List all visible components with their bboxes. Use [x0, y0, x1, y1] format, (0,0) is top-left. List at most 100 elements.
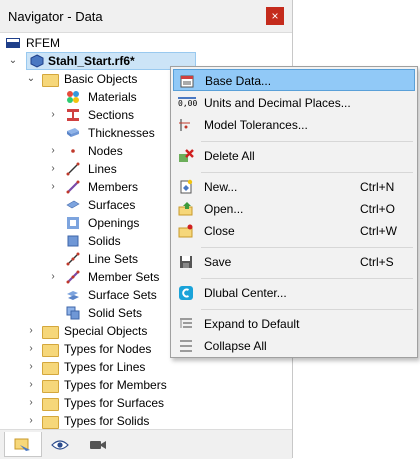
- camera-icon: [90, 440, 106, 449]
- tree-group-label: Special Objects: [64, 324, 148, 338]
- members-icon: [66, 180, 80, 194]
- tree-item-label: Surface Sets: [88, 288, 157, 302]
- chevron-right-icon[interactable]: ›: [48, 178, 58, 196]
- tree-group-types-for-lines[interactable]: › Types for Lines: [24, 358, 194, 376]
- save-icon: [180, 256, 192, 268]
- menu-item-label: Dlubal Center...: [204, 286, 287, 300]
- close-button[interactable]: ×: [266, 7, 284, 25]
- tree-group-special-objects[interactable]: › Special Objects: [24, 322, 194, 340]
- menu-item-dlubal-center[interactable]: Dlubal Center...: [173, 282, 415, 304]
- thicknesses-icon: [67, 128, 79, 137]
- tree-group-label: Types for Nodes: [64, 342, 152, 356]
- chevron-down-icon[interactable]: ⌄: [26, 70, 36, 88]
- menu-separator: [201, 309, 413, 310]
- menu-item-expand-to-default[interactable]: Expand to Default: [173, 313, 415, 335]
- chevron-right-icon[interactable]: ›: [26, 340, 36, 358]
- chevron-down-icon[interactable]: ⌄: [8, 52, 18, 70]
- data-tab-icon: [14, 438, 30, 451]
- openings-icon: [67, 217, 79, 229]
- delete-all-icon: [179, 149, 194, 162]
- menu-item-collapse-all[interactable]: Collapse All: [173, 335, 415, 357]
- expand-icon: [180, 318, 192, 328]
- menu-item-shortcut: Ctrl+O: [360, 202, 396, 216]
- folder-icon: [42, 416, 59, 429]
- menu-item-close[interactable]: Close Ctrl+W: [173, 220, 415, 242]
- tree-group-types-for-nodes[interactable]: › Types for Nodes: [24, 340, 194, 358]
- folder-icon: [42, 398, 59, 411]
- menu-item-delete-all[interactable]: Delete All: [173, 145, 415, 167]
- tree-item-materials[interactable]: Materials: [48, 88, 168, 106]
- folder-icon: [42, 74, 59, 87]
- tree-item-line-sets[interactable]: Line Sets: [48, 250, 168, 268]
- chevron-right-icon[interactable]: ›: [26, 358, 36, 376]
- tab-views[interactable]: [80, 432, 116, 456]
- menu-item-label: Model Tolerances...: [204, 118, 308, 132]
- basic-objects-label: Basic Objects: [64, 72, 138, 86]
- tree-group-types-for-surfaces[interactable]: › Types for Surfaces: [24, 394, 194, 412]
- chevron-right-icon[interactable]: ›: [26, 394, 36, 412]
- tree-group-types-for-members[interactable]: › Types for Members: [24, 376, 194, 394]
- tree-item-surfaces[interactable]: Surfaces: [48, 196, 168, 214]
- menu-separator: [201, 278, 413, 279]
- tolerances-icon: [179, 119, 190, 131]
- tree-item-label: Solid Sets: [88, 306, 143, 320]
- tree-item-openings[interactable]: Openings: [48, 214, 168, 232]
- tree-item-label: Member Sets: [88, 270, 160, 284]
- folder-icon: [42, 362, 59, 375]
- member-sets-icon: [66, 270, 80, 284]
- tree-item-solid-sets[interactable]: Solid Sets: [48, 304, 168, 322]
- chevron-right-icon[interactable]: ›: [26, 376, 36, 394]
- chevron-right-icon[interactable]: ›: [26, 322, 36, 340]
- tab-data[interactable]: [4, 432, 42, 457]
- surface-sets-icon: [67, 291, 79, 300]
- tree-item-surface-sets[interactable]: Surface Sets: [48, 286, 168, 304]
- collapse-icon: [180, 340, 192, 352]
- tree-group-label: Types for Solids: [64, 414, 150, 428]
- chevron-right-icon[interactable]: ›: [48, 142, 58, 160]
- tree-item-label: Lines: [88, 162, 117, 176]
- tree-basic-objects[interactable]: ⌄ Basic Objects: [24, 70, 184, 88]
- menu-item-save[interactable]: Save Ctrl+S: [173, 251, 415, 273]
- tab-display[interactable]: [42, 432, 78, 456]
- tree-item-members[interactable]: › Members: [48, 178, 168, 196]
- tree-item-nodes[interactable]: › Nodes: [48, 142, 168, 160]
- menu-item-label: Save: [204, 255, 232, 269]
- file-label: Stahl_Start.rf6*: [48, 54, 135, 68]
- menu-separator: [201, 247, 413, 248]
- close-file-icon: [178, 224, 193, 238]
- menu-item-open[interactable]: Open... Ctrl+O: [173, 198, 415, 220]
- menu-item-base-data[interactable]: Base Data...: [173, 69, 415, 91]
- line-sets-icon: [66, 252, 80, 266]
- menu-item-label: Close: [204, 224, 235, 238]
- menu-item-model-tolerances[interactable]: Model Tolerances...: [173, 114, 415, 136]
- base-data-icon: [180, 75, 194, 88]
- chevron-right-icon[interactable]: ›: [48, 160, 58, 178]
- tree-item-solids[interactable]: Solids: [48, 232, 168, 250]
- new-icon: [180, 179, 193, 194]
- chevron-right-icon[interactable]: ›: [48, 268, 58, 286]
- menu-item-label: Expand to Default: [204, 317, 300, 331]
- dlubal-center-icon: [179, 286, 193, 300]
- menu-item-shortcut: Ctrl+S: [360, 255, 394, 269]
- open-icon: [178, 202, 193, 216]
- chevron-right-icon[interactable]: ›: [26, 412, 36, 430]
- tree-item-member-sets[interactable]: › Member Sets: [48, 268, 168, 286]
- chevron-right-icon[interactable]: ›: [48, 106, 58, 124]
- tree-item-label: Solids: [88, 234, 121, 248]
- surfaces-icon: [66, 200, 80, 209]
- tree-item-sections[interactable]: › Sections: [48, 106, 168, 124]
- navigator-tab-bar: [0, 429, 292, 459]
- menu-item-new[interactable]: New... Ctrl+N: [173, 176, 415, 198]
- tree-root-rfem[interactable]: RFEM: [6, 34, 206, 52]
- menu-item-units[interactable]: 0,00 Units and Decimal Places...: [173, 92, 415, 114]
- menu-item-label: New...: [204, 180, 238, 194]
- tree-group-label: Types for Surfaces: [64, 396, 165, 410]
- menu-item-shortcut: Ctrl+N: [360, 180, 395, 194]
- sections-icon: [67, 109, 79, 121]
- menu-item-label: Collapse All: [204, 339, 267, 353]
- tree-item-thicknesses[interactable]: Thicknesses: [48, 124, 168, 142]
- context-menu: Base Data... 0,00 Units and Decimal Plac…: [170, 66, 418, 358]
- tree-item-label: Openings: [88, 216, 140, 230]
- tree-group-types-for-solids[interactable]: › Types for Solids: [24, 412, 194, 430]
- tree-item-lines[interactable]: › Lines: [48, 160, 168, 178]
